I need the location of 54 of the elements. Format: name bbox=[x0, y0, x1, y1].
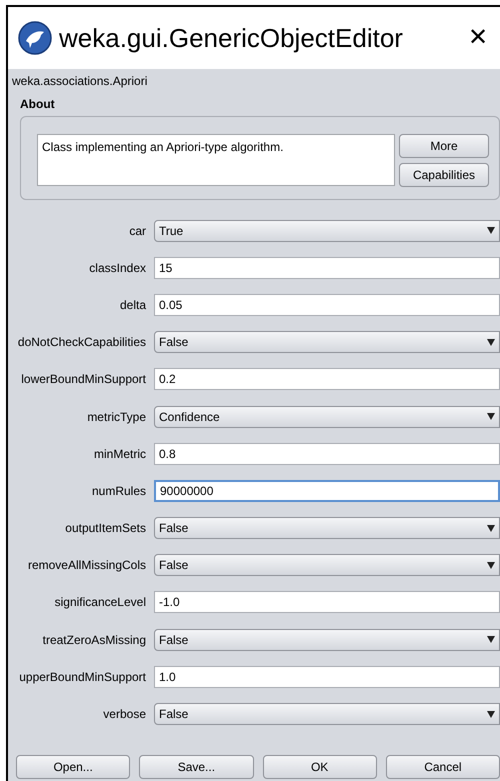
bird-logo-icon bbox=[18, 21, 52, 55]
dialog-button[interactable]: Save... bbox=[139, 755, 254, 779]
close-button[interactable]: ✕ bbox=[468, 26, 488, 50]
property-label: numRules bbox=[90, 482, 147, 500]
about-text: Class implementing an Apriori-type algorithm. bbox=[37, 134, 395, 186]
text-field[interactable]: 0.8 bbox=[154, 442, 500, 465]
dialog-button[interactable]: Cancel bbox=[386, 755, 500, 779]
dropdown[interactable]: True bbox=[154, 220, 500, 242]
property-label: significanceLevel bbox=[54, 594, 147, 612]
text-field[interactable]: 1.0 bbox=[154, 666, 500, 688]
property-label: car bbox=[128, 222, 147, 240]
window-title: weka.gui.GenericObjectEditor bbox=[59, 22, 403, 54]
about-button[interactable]: Capabilities bbox=[399, 163, 489, 187]
dropdown-value: False bbox=[158, 520, 190, 538]
property-label: doNotCheckCapabilities bbox=[16, 334, 147, 352]
text-field[interactable]: 0.05 bbox=[154, 294, 500, 316]
dropdown[interactable]: False bbox=[154, 554, 500, 576]
dropdown-value: False bbox=[158, 334, 190, 352]
dropdown[interactable]: False bbox=[154, 331, 500, 354]
dropdown[interactable]: False bbox=[154, 517, 500, 540]
property-label: removeAllMissingCols bbox=[26, 557, 147, 574]
dropdown-arrow-icon bbox=[487, 227, 495, 234]
dialog-button[interactable]: OK bbox=[262, 755, 377, 779]
dropdown-arrow-icon bbox=[487, 413, 495, 420]
dropdown-value: False bbox=[158, 706, 190, 724]
dropdown[interactable]: False bbox=[154, 628, 500, 651]
dropdown-value: False bbox=[158, 632, 190, 649]
property-label: treatZeroAsMissing bbox=[42, 632, 147, 649]
about-button[interactable]: More bbox=[399, 134, 489, 158]
dropdown-value: True bbox=[158, 222, 184, 240]
dropdown[interactable]: Confidence bbox=[154, 406, 500, 428]
text-field[interactable]: 90000000 bbox=[154, 480, 500, 502]
dropdown-arrow-icon bbox=[487, 636, 495, 644]
property-label: outputItemSets bbox=[64, 520, 147, 538]
dropdown-arrow-icon bbox=[487, 710, 495, 718]
dropdown-arrow-icon bbox=[487, 562, 495, 569]
text-field[interactable]: 15 bbox=[154, 256, 500, 279]
property-label: metricType bbox=[86, 408, 147, 426]
property-label: upperBoundMinSupport bbox=[18, 668, 147, 686]
dropdown-arrow-icon bbox=[487, 524, 495, 532]
property-label: lowerBoundMinSupport bbox=[20, 371, 147, 388]
property-label: minMetric bbox=[92, 446, 147, 463]
about-heading: About bbox=[19, 96, 56, 113]
class-name: weka.associations.Apriori bbox=[11, 73, 148, 90]
dropdown[interactable]: False bbox=[154, 703, 500, 726]
text-field[interactable]: -1.0 bbox=[154, 591, 500, 614]
dropdown-value: False bbox=[158, 557, 190, 574]
dialog-button[interactable]: Open... bbox=[16, 755, 130, 779]
text-field[interactable]: 0.2 bbox=[154, 368, 500, 390]
property-label: classIndex bbox=[88, 260, 147, 277]
property-label: verbose bbox=[102, 706, 147, 724]
property-label: delta bbox=[118, 296, 147, 314]
dropdown-arrow-icon bbox=[487, 338, 495, 346]
dropdown-value: Confidence bbox=[158, 408, 221, 426]
